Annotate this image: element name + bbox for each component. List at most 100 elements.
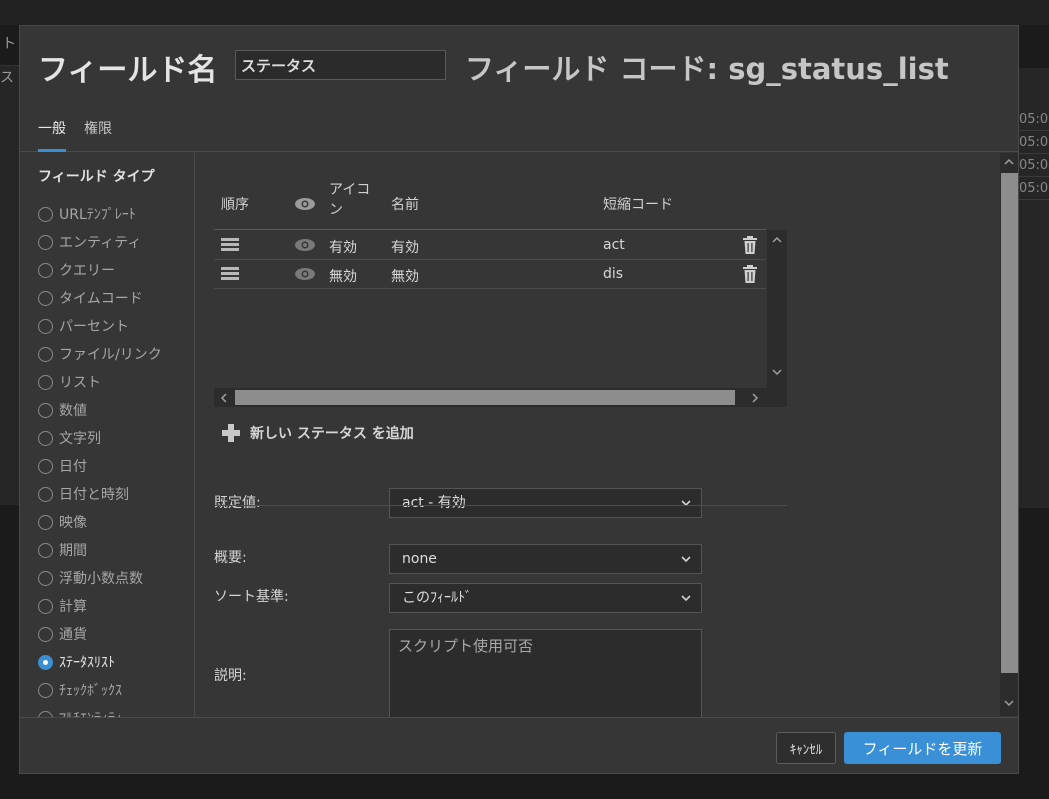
- column-header-icon[interactable]: アイコン: [329, 180, 379, 220]
- radio-button[interactable]: [38, 654, 53, 670]
- radio-button[interactable]: [38, 234, 53, 250]
- sort-by-selected: このﾌｨｰﾙﾄﾞ: [402, 590, 472, 606]
- eye-icon[interactable]: [294, 238, 316, 252]
- radio-button[interactable]: [38, 682, 53, 698]
- radio-button[interactable]: [38, 346, 53, 362]
- scroll-left-icon[interactable]: [220, 393, 228, 403]
- field-type-option[interactable]: ファイル/リンク: [38, 343, 162, 365]
- chevron-down-icon: [681, 556, 691, 563]
- radio-button[interactable]: [38, 486, 53, 502]
- trash-icon[interactable]: [742, 236, 758, 254]
- field-type-option[interactable]: 映像: [38, 511, 87, 533]
- description-textarea[interactable]: スクリプト使用可否: [389, 629, 702, 717]
- field-type-option[interactable]: リスト: [38, 371, 101, 393]
- scroll-down-icon[interactable]: [1004, 699, 1014, 707]
- field-name-input[interactable]: [235, 50, 446, 80]
- column-header-name[interactable]: 名前: [391, 194, 419, 214]
- field-type-option[interactable]: 日付と時刻: [38, 483, 129, 505]
- field-code-label: フィールド コード: sg_status_list: [465, 52, 949, 86]
- scroll-up-icon[interactable]: [772, 236, 782, 244]
- field-type-option[interactable]: クエリー: [38, 259, 115, 281]
- eye-icon[interactable]: [294, 267, 316, 281]
- field-type-title: フィールド タイプ: [38, 169, 155, 185]
- radio-button[interactable]: [38, 542, 53, 558]
- status-short-code-cell[interactable]: act: [603, 237, 625, 253]
- status-table-horizontal-scrollbar[interactable]: [214, 388, 787, 407]
- background-row: 05:04: [1017, 155, 1049, 177]
- field-type-label: 計算: [59, 599, 87, 615]
- radio-button[interactable]: [38, 318, 53, 334]
- radio-button[interactable]: [38, 598, 53, 614]
- default-value-select[interactable]: act - 有効: [389, 488, 702, 518]
- radio-button[interactable]: [38, 626, 53, 642]
- horizontal-scroll-thumb[interactable]: [235, 390, 735, 405]
- status-row: 有効 有効 act: [214, 231, 766, 260]
- scroll-right-icon[interactable]: [751, 393, 759, 403]
- eye-icon[interactable]: [294, 197, 316, 211]
- column-header-short-code[interactable]: 短縮コード: [603, 194, 673, 214]
- update-field-button[interactable]: フィールドを更新: [844, 732, 1001, 764]
- status-name-cell[interactable]: 無効: [391, 266, 419, 286]
- background-row: 05:03: [1017, 132, 1049, 154]
- field-type-option[interactable]: 数値: [38, 399, 87, 421]
- radio-button[interactable]: [38, 514, 53, 530]
- trash-icon[interactable]: [742, 265, 758, 283]
- radio-button[interactable]: [38, 458, 53, 474]
- add-status-label: 新しい ステータス を追加: [250, 426, 414, 442]
- sort-by-select[interactable]: このﾌｨｰﾙﾄﾞ: [389, 583, 702, 613]
- background-row: 05:01: [1017, 178, 1049, 200]
- tab-bar: 一般 権限: [20, 106, 1018, 152]
- field-type-option[interactable]: ｽﾃｰﾀｽﾘｽﾄ: [38, 651, 115, 673]
- sort-by-label: ソート基準:: [214, 589, 289, 605]
- scroll-up-icon[interactable]: [1004, 158, 1014, 166]
- tab-permissions[interactable]: 権限: [84, 118, 112, 152]
- field-type-option[interactable]: URLﾃﾝﾌﾟﾚｰﾄ: [38, 203, 136, 225]
- background-row: 05:07: [1017, 109, 1049, 131]
- field-type-option[interactable]: ﾏﾙﾁｴﾝﾃｨﾃｨ: [38, 707, 122, 717]
- field-type-label: URLﾃﾝﾌﾟﾚｰﾄ: [59, 207, 136, 223]
- field-type-option[interactable]: 通貨: [38, 623, 87, 645]
- add-status-button[interactable]: 新しい ステータス を追加: [222, 423, 414, 443]
- radio-button[interactable]: [38, 262, 53, 278]
- field-type-label: 文字列: [59, 431, 101, 447]
- main-vertical-scrollbar[interactable]: [1000, 153, 1018, 716]
- status-settings-panel: 順序 アイコン 名前 短縮コード 有効 有効 act 無効 無効 dis 新しい ステータ…: [196, 153, 999, 717]
- status-table-vertical-scrollbar[interactable]: [767, 230, 787, 388]
- field-type-option[interactable]: タイムコード: [38, 287, 143, 309]
- radio-button[interactable]: [38, 430, 53, 446]
- field-type-option[interactable]: 浮動小数点数: [38, 567, 143, 589]
- field-type-label: ﾁｪｯｸﾎﾞｯｸｽ: [59, 683, 122, 699]
- drag-handle-icon[interactable]: [221, 238, 239, 251]
- field-type-option[interactable]: パーセント: [38, 315, 129, 337]
- field-type-option[interactable]: 計算: [38, 595, 87, 617]
- field-type-option[interactable]: 文字列: [38, 427, 101, 449]
- plus-icon: [222, 424, 240, 442]
- summary-selected: none: [402, 551, 437, 567]
- field-type-label: クエリー: [59, 263, 115, 279]
- radio-button[interactable]: [38, 570, 53, 586]
- summary-label: 概要:: [214, 550, 247, 566]
- cancel-button[interactable]: ｷｬﾝｾﾙ: [776, 732, 836, 764]
- field-type-option[interactable]: 日付: [38, 455, 87, 477]
- radio-button[interactable]: [38, 402, 53, 418]
- field-type-label: 数値: [59, 403, 87, 419]
- status-short-code-cell[interactable]: dis: [603, 266, 623, 282]
- summary-select[interactable]: none: [389, 544, 702, 574]
- status-icon-cell[interactable]: 無効: [329, 266, 357, 286]
- radio-button[interactable]: [38, 374, 53, 390]
- field-type-option[interactable]: ﾁｪｯｸﾎﾞｯｸｽ: [38, 679, 122, 701]
- radio-button[interactable]: [38, 290, 53, 306]
- status-icon-cell[interactable]: 有効: [329, 237, 357, 257]
- description-label: 説明:: [214, 668, 247, 684]
- drag-handle-icon[interactable]: [221, 267, 239, 280]
- main-scroll-thumb[interactable]: [1001, 173, 1018, 673]
- field-type-option[interactable]: エンティティ: [38, 231, 141, 253]
- field-type-option[interactable]: 期間: [38, 539, 87, 561]
- column-header-order[interactable]: 順序: [221, 194, 249, 214]
- tab-general[interactable]: 一般: [38, 118, 66, 152]
- chevron-down-icon: [681, 500, 691, 507]
- scroll-down-icon[interactable]: [772, 368, 782, 376]
- status-name-cell[interactable]: 有効: [391, 237, 419, 257]
- default-value-label: 既定値:: [214, 495, 261, 511]
- radio-button[interactable]: [38, 206, 53, 222]
